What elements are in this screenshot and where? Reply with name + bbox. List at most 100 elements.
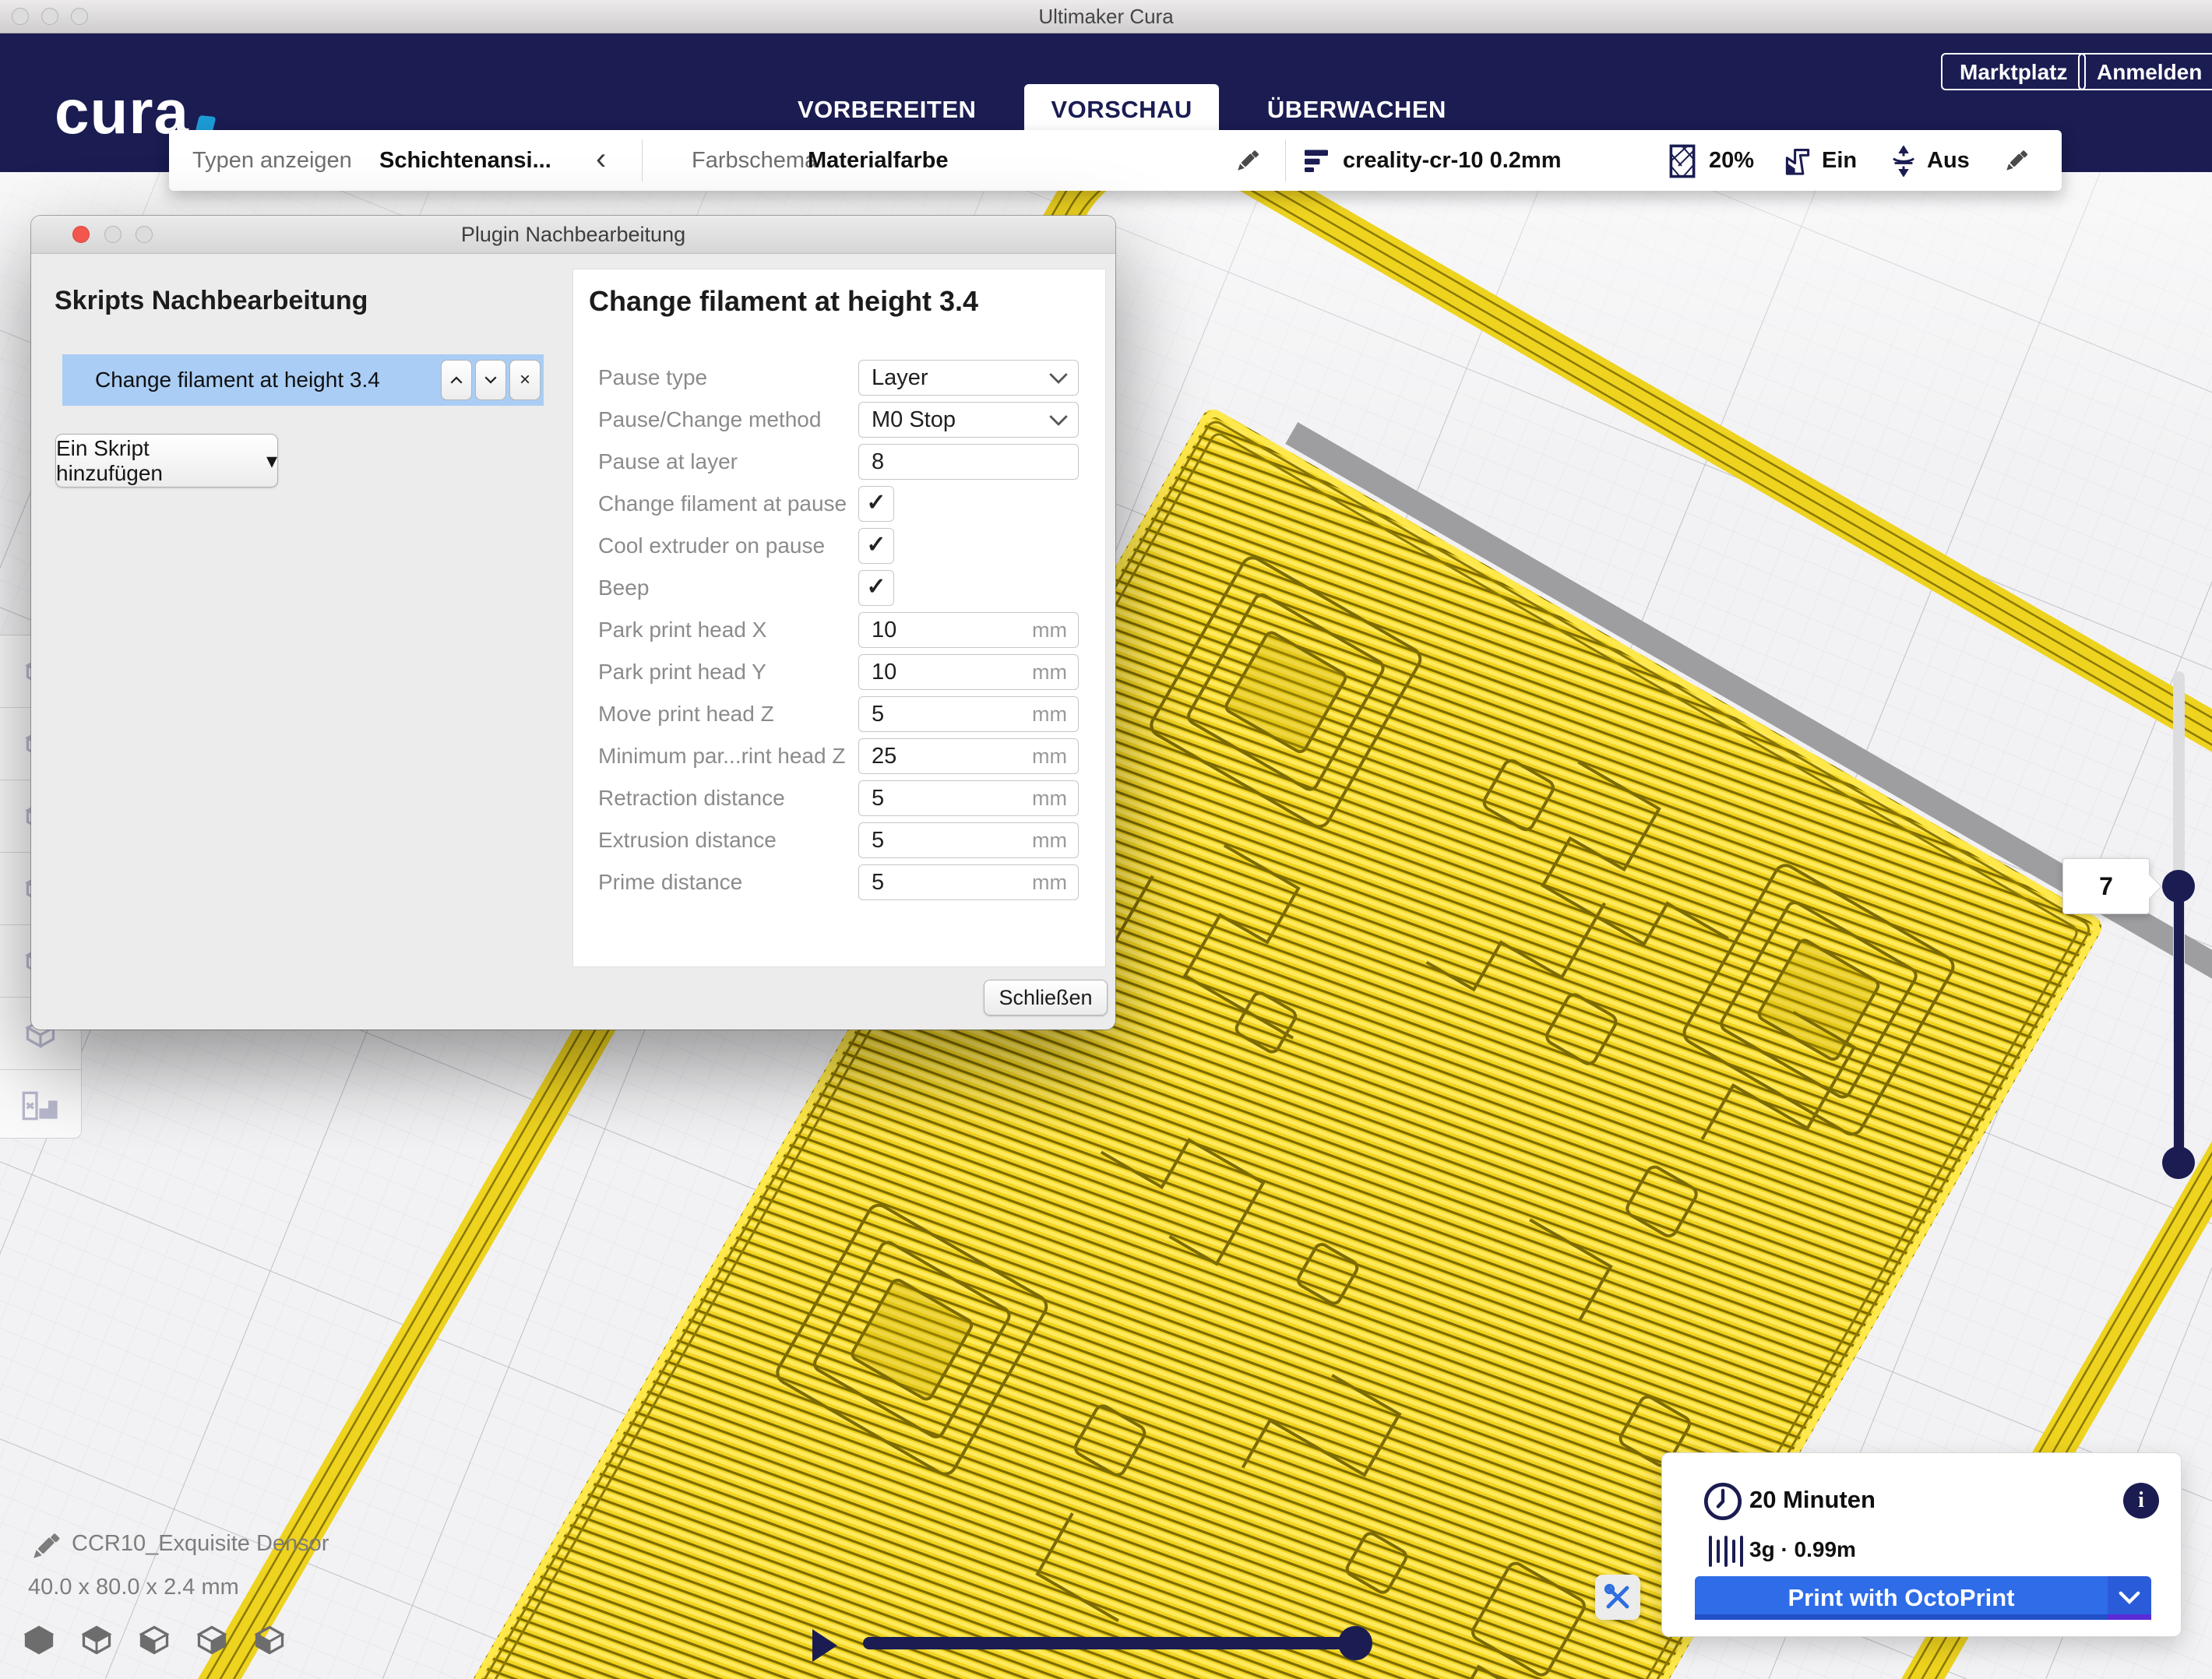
play-button[interactable] bbox=[812, 1629, 837, 1662]
tab-vorbereiten[interactable]: VORBEREITEN bbox=[771, 84, 1002, 136]
field-label: Pause at layer bbox=[598, 442, 738, 484]
model-name[interactable]: CCR10_Exquisite Densor bbox=[72, 1531, 329, 1557]
color-scheme-value[interactable]: Materialfarbe bbox=[808, 130, 949, 191]
infill-value[interactable]: 20% bbox=[1709, 130, 1754, 191]
window-minimize-button[interactable] bbox=[41, 8, 58, 25]
dialog-title: Plugin Nachbearbeitung bbox=[31, 216, 1115, 253]
adhesion-value[interactable]: Aus bbox=[1927, 130, 1970, 191]
adjust-print-settings-button[interactable] bbox=[1595, 1575, 1640, 1620]
wrench-icon bbox=[1604, 1583, 1632, 1611]
dialog-zoom-traffic-button bbox=[136, 226, 153, 243]
layer-slider-upper-handle[interactable] bbox=[2162, 870, 2195, 903]
view-cube-front-view[interactable] bbox=[79, 1623, 114, 1661]
pause-type-select[interactable]: Layer bbox=[858, 360, 1079, 396]
caret-down-icon: ▾ bbox=[266, 448, 277, 473]
signin-button[interactable]: Anmelden bbox=[2078, 53, 2212, 90]
field-label: Extrusion distance bbox=[598, 821, 777, 863]
minimum-park-print-head-z-input[interactable]: 25 mm bbox=[858, 738, 1079, 774]
field-unit: mm bbox=[1032, 739, 1067, 773]
print-output-dropdown[interactable] bbox=[2108, 1576, 2151, 1620]
view-cube-right-view[interactable] bbox=[252, 1623, 287, 1661]
field-value: 25 bbox=[872, 739, 896, 773]
park-print-head-y-input[interactable]: 10 mm bbox=[858, 654, 1079, 690]
pause-at-layer-input[interactable]: 8 bbox=[858, 444, 1079, 480]
field-value: 5 bbox=[872, 865, 884, 899]
dialog-close-traffic-button[interactable] bbox=[72, 226, 90, 243]
form-row-cool-extruder-on-pause: Cool extruder on pause✓ bbox=[573, 526, 1105, 568]
script-list-item[interactable]: Change filament at height 3.4× bbox=[62, 354, 544, 406]
edit-pencil-icon[interactable] bbox=[2003, 147, 2030, 174]
print-button-shade bbox=[1695, 1614, 2108, 1620]
infill-icon bbox=[1669, 144, 1696, 178]
window-close-button[interactable] bbox=[12, 8, 29, 25]
timeline-slider-knob[interactable] bbox=[1338, 1626, 1372, 1660]
edit-pencil-icon[interactable] bbox=[1235, 147, 1261, 174]
field-unit: mm bbox=[1032, 655, 1067, 689]
support-value[interactable]: Ein bbox=[1822, 130, 1857, 191]
field-unit: mm bbox=[1032, 865, 1067, 899]
layer-slider-lower-handle[interactable] bbox=[2162, 1146, 2195, 1179]
pause-change-method-select[interactable]: M0 Stop bbox=[858, 402, 1079, 438]
field-unit: mm bbox=[1032, 613, 1067, 647]
toolbar-divider bbox=[1285, 139, 1286, 181]
print-with-octoprint-button[interactable]: Print with OctoPrint bbox=[1695, 1576, 2108, 1620]
field-value: 10 bbox=[872, 655, 896, 689]
info-icon[interactable]: i bbox=[2123, 1483, 2159, 1519]
remove-script-button[interactable]: × bbox=[509, 360, 541, 400]
field-value: M0 Stop bbox=[872, 403, 956, 437]
field-unit: mm bbox=[1032, 697, 1067, 731]
tab-ueberwachen[interactable]: ÜBERWACHEN bbox=[1241, 84, 1473, 136]
macos-titlebar: Ultimaker Cura bbox=[0, 0, 2212, 33]
stage-tabs: VORBEREITEN VORSCHAU ÜBERWACHEN bbox=[771, 84, 1473, 136]
window-zoom-button[interactable] bbox=[71, 8, 88, 25]
support-icon bbox=[1784, 147, 1811, 175]
adhesion-icon bbox=[1890, 146, 1918, 177]
printer-profile-value[interactable]: creality-cr-10 0.2mm bbox=[1343, 130, 1562, 191]
field-value: 5 bbox=[872, 697, 884, 731]
move-script-up-button[interactable] bbox=[441, 360, 472, 400]
field-label: Change filament at pause bbox=[598, 484, 847, 526]
change-filament-at-pause-checkbox[interactable]: ✓ bbox=[858, 486, 894, 522]
add-script-button[interactable]: Ein Skript hinzufügen ▾ bbox=[55, 434, 278, 488]
field-label: Park print head X bbox=[598, 611, 766, 653]
layer-slider-range bbox=[2174, 886, 2184, 1163]
field-value: 8 bbox=[872, 445, 884, 479]
park-print-head-x-input[interactable]: 10 mm bbox=[858, 612, 1079, 648]
move-script-down-button[interactable] bbox=[475, 360, 506, 400]
move-print-head-z-input[interactable]: 5 mm bbox=[858, 696, 1079, 732]
beep-checkbox[interactable]: ✓ bbox=[858, 570, 894, 606]
extrusion-distance-input[interactable]: 5mm bbox=[858, 822, 1079, 858]
field-label: Move print head Z bbox=[598, 695, 774, 737]
form-row-extrusion-distance: Extrusion distance 5mm bbox=[573, 821, 1105, 863]
form-row-pause-change-method: Pause/Change method M0 Stop bbox=[573, 400, 1105, 442]
form-row-prime-distance: Prime distance5mm bbox=[573, 863, 1105, 905]
field-label: Beep bbox=[598, 568, 649, 611]
dialog-titlebar: Plugin Nachbearbeitung bbox=[31, 216, 1115, 254]
timeline-slider-track[interactable] bbox=[863, 1637, 1361, 1649]
close-dialog-button[interactable]: Schließen bbox=[984, 980, 1108, 1015]
view-type-value[interactable]: Schichtenansi... bbox=[379, 130, 551, 191]
prime-distance-input[interactable]: 5 mm bbox=[858, 864, 1079, 900]
window-title: Ultimaker Cura bbox=[0, 0, 2212, 33]
view-cube-left-view[interactable] bbox=[195, 1623, 229, 1661]
field-label: Pause/Change method bbox=[598, 400, 821, 442]
field-value: 10 bbox=[872, 613, 896, 647]
view-cube-3d-view[interactable] bbox=[22, 1623, 56, 1661]
marketplace-button[interactable]: Marktplatz bbox=[1941, 53, 2086, 90]
camera-view-buttons bbox=[22, 1623, 287, 1661]
retraction-distance-input[interactable]: 5mm bbox=[858, 780, 1079, 816]
script-list: Change filament at height 3.4× bbox=[62, 354, 544, 406]
field-unit: mm bbox=[1032, 823, 1067, 857]
view-cube-top-view[interactable] bbox=[137, 1623, 171, 1661]
rename-pencil-icon[interactable] bbox=[30, 1529, 62, 1562]
toolbar-item-print-sequence-view[interactable] bbox=[0, 1070, 81, 1142]
tab-vorschau[interactable]: VORSCHAU bbox=[1024, 84, 1218, 136]
layer-number: 7 bbox=[2099, 872, 2113, 901]
form-row-beep: Beep ✓ bbox=[573, 568, 1105, 611]
dialog-minimize-traffic-button bbox=[104, 226, 122, 243]
field-label: Minimum par...rint head Z bbox=[598, 737, 845, 779]
collapse-panel-icon[interactable]: ‹ bbox=[596, 130, 606, 188]
field-label: Pause type bbox=[598, 358, 707, 400]
cool-extruder-on-pause-checkbox[interactable]: ✓ bbox=[858, 528, 894, 564]
form-rows: Pause type Layer Pause/Change method M0 Sto… bbox=[573, 358, 1105, 905]
